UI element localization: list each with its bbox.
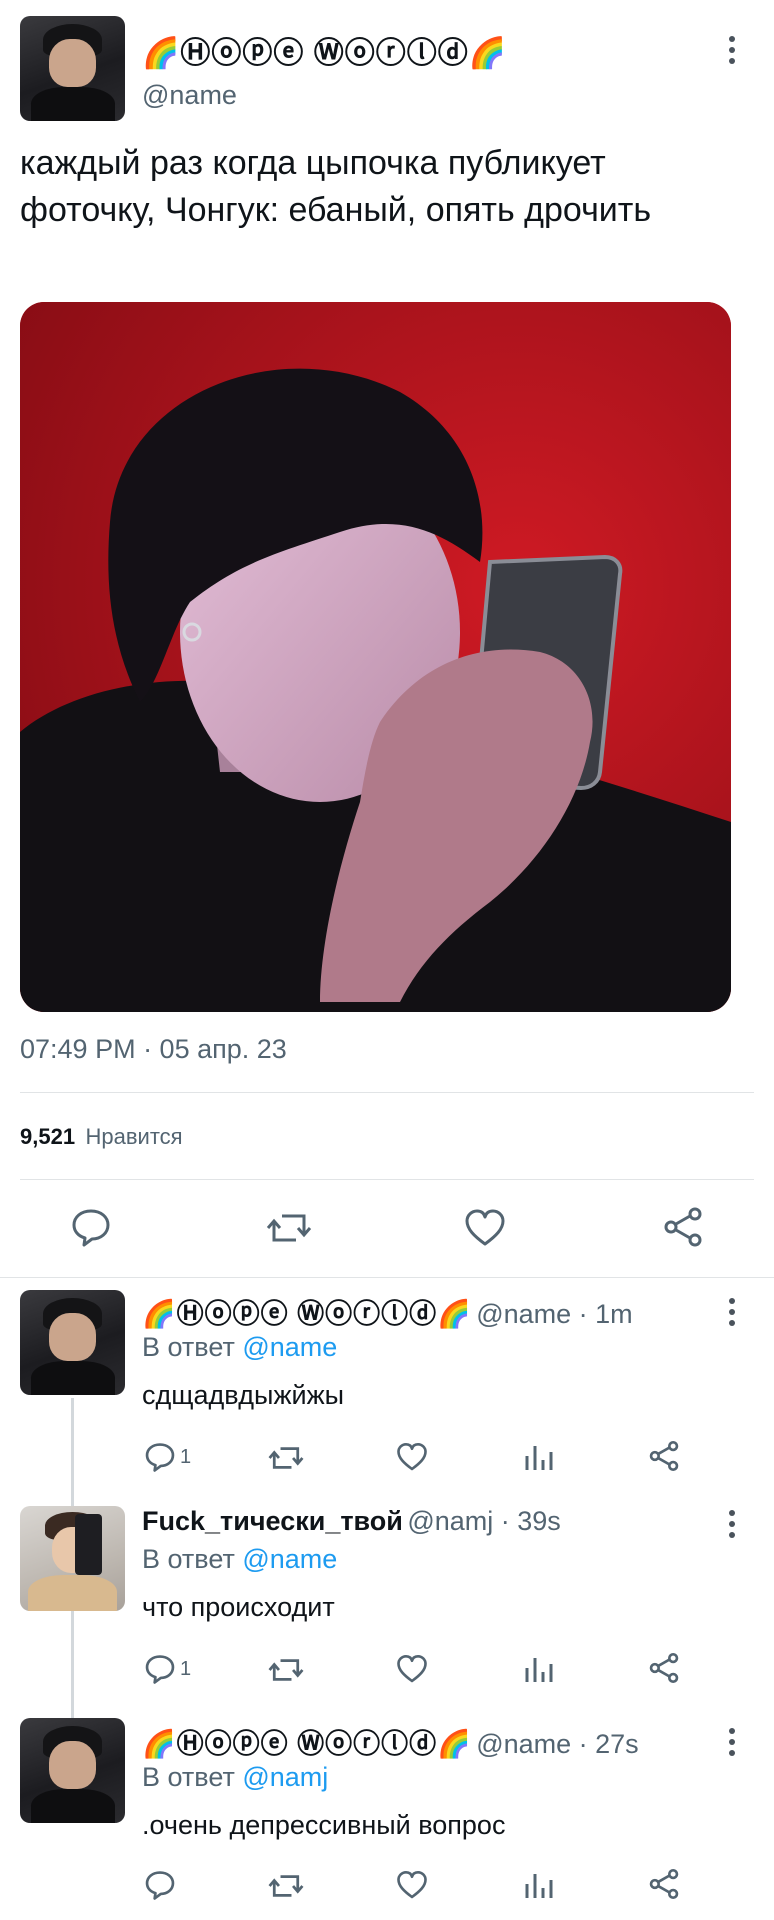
analytics-icon[interactable] xyxy=(524,1654,554,1689)
divider xyxy=(0,1277,774,1278)
reply-to-handle[interactable]: @namj xyxy=(242,1762,328,1792)
analytics-icon[interactable] xyxy=(524,1442,554,1477)
retweet-icon[interactable] xyxy=(268,1654,304,1691)
divider xyxy=(20,1179,754,1180)
retweet-icon[interactable] xyxy=(268,1442,304,1479)
thread-line xyxy=(71,1398,74,1506)
reply-to-handle[interactable]: @name xyxy=(242,1332,337,1362)
avatar[interactable] xyxy=(20,1290,125,1395)
reply-count: 1 xyxy=(180,1446,192,1468)
reply-header: 🌈Ⓗⓞⓟⓔ Ⓦⓞⓡⓛⓓ🌈 @name · 1m xyxy=(142,1292,633,1331)
tweet-text: каждый раз когда цыпочка публикует фоточ… xyxy=(20,144,652,229)
likes-count: 9,521 xyxy=(20,1124,76,1149)
likes-label: Нравится xyxy=(85,1124,183,1149)
reply-count: 1 xyxy=(180,1658,192,1680)
more-options-icon[interactable] xyxy=(728,1510,736,1543)
reply-icon[interactable] xyxy=(144,1440,176,1477)
reply-icon[interactable] xyxy=(70,1205,112,1252)
retweet-icon[interactable] xyxy=(266,1208,312,1253)
reply-text: сдщадвдыжйжы xyxy=(142,1380,345,1410)
reply-icon[interactable] xyxy=(144,1652,176,1689)
avatar[interactable] xyxy=(20,16,125,121)
like-icon[interactable] xyxy=(396,1870,428,1905)
analytics-icon[interactable] xyxy=(524,1870,554,1905)
avatar[interactable] xyxy=(20,1718,125,1823)
share-icon[interactable] xyxy=(648,1868,680,1905)
reply-to: В ответ @name xyxy=(142,1332,337,1363)
reply-to-prefix: В ответ xyxy=(142,1332,235,1362)
like-icon[interactable] xyxy=(464,1208,506,1253)
more-options-icon[interactable] xyxy=(728,1728,736,1761)
tweet-timestamp: 07:49 PM · 05 апр. 23 xyxy=(20,1034,287,1064)
divider xyxy=(20,1092,754,1093)
likes-summary[interactable]: 9,521 Нравится xyxy=(20,1124,183,1150)
like-icon[interactable] xyxy=(396,1654,428,1689)
handle-time: @namj · 39s xyxy=(407,1506,561,1536)
reply-to: В ответ @name xyxy=(142,1544,337,1575)
retweet-icon[interactable] xyxy=(268,1870,304,1907)
reply-header: 🌈Ⓗⓞⓟⓔ Ⓦⓞⓡⓛⓓ🌈 @name · 27s xyxy=(142,1722,639,1761)
avatar[interactable] xyxy=(20,1506,125,1611)
display-name[interactable]: Fuck_тически_твой xyxy=(142,1506,403,1536)
display-name[interactable]: 🌈Ⓗⓞⓟⓔ Ⓦⓞⓡⓛⓓ🌈 xyxy=(142,1299,472,1329)
reply-icon[interactable] xyxy=(144,1868,176,1905)
reply-to: В ответ @namj xyxy=(142,1762,328,1793)
reply-header: Fuck_тически_твой @namj · 39s xyxy=(142,1506,561,1537)
like-icon[interactable] xyxy=(396,1442,428,1477)
share-icon[interactable] xyxy=(662,1206,704,1253)
handle-time: @name · 1m xyxy=(476,1299,633,1329)
share-icon[interactable] xyxy=(648,1440,680,1477)
reply-to-prefix: В ответ xyxy=(142,1762,235,1792)
reply-to-handle[interactable]: @name xyxy=(242,1544,337,1574)
display-name[interactable]: 🌈Ⓗⓞⓟⓔ Ⓦⓞⓡⓛⓓ🌈 xyxy=(142,1729,472,1759)
thread-line xyxy=(71,1610,74,1718)
more-options-icon[interactable] xyxy=(728,36,736,69)
tweet-photo[interactable] xyxy=(20,302,731,1012)
user-handle[interactable]: @name xyxy=(142,80,237,111)
display-name[interactable]: 🌈Ⓗⓞⓟⓔ Ⓦⓞⓡⓛⓓ🌈 xyxy=(142,28,507,72)
handle-time: @name · 27s xyxy=(476,1729,639,1759)
reply-to-prefix: В ответ xyxy=(142,1544,235,1574)
share-icon[interactable] xyxy=(648,1652,680,1689)
reply-text: .очень депрессивный вопрос xyxy=(142,1810,506,1840)
more-options-icon[interactable] xyxy=(728,1298,736,1331)
reply-text: что происходит xyxy=(142,1592,335,1622)
